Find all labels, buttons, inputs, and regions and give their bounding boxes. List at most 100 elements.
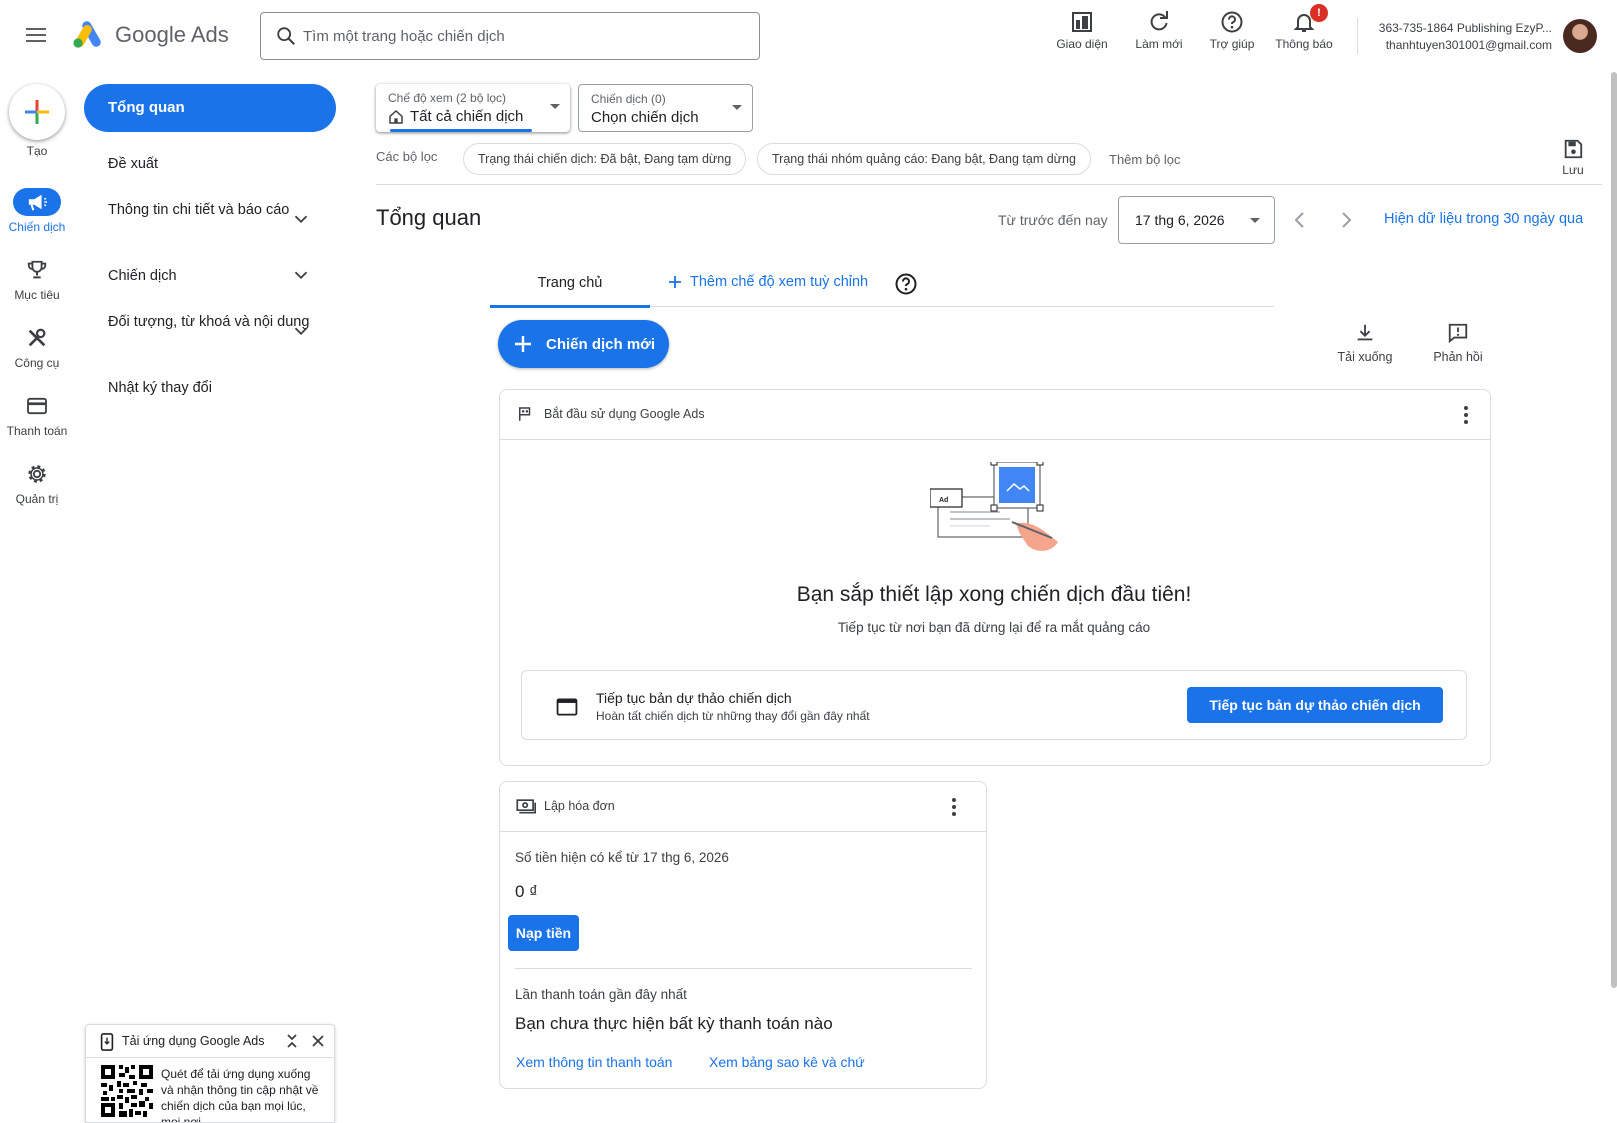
rail-item-goals[interactable]: Mục tiêu: [0, 256, 74, 316]
last-payment-label: Lần thanh toán gần đây nhất: [515, 987, 687, 1002]
rail-icon-wrap: [13, 324, 61, 352]
download-icon: [1357, 324, 1373, 341]
app-panel-description: Quét để tải ứng dụng xuống và nhận thông…: [161, 1067, 319, 1123]
phone-icon: [100, 1033, 114, 1051]
rail-item-campaigns[interactable]: Chiến dịch: [0, 188, 74, 248]
tab-add-label: Thêm chế độ xem tuỳ chỉnh: [690, 274, 869, 290]
billing-title: Lập hóa đơn: [544, 799, 615, 813]
rail-icon-wrap: [13, 256, 61, 284]
download-button[interactable]: Tải xuống: [1332, 322, 1398, 364]
rail-item-admin[interactable]: Quản trị: [0, 460, 74, 520]
rail-item-tools[interactable]: Công cụ: [0, 324, 74, 384]
nav-item-recommendations[interactable]: Đề xuất: [108, 154, 320, 175]
filters-divider: [376, 184, 1602, 185]
nav-item-campaigns[interactable]: Chiến dịch: [108, 266, 320, 287]
chevron-down-icon[interactable]: [290, 320, 312, 342]
refresh-label: Làm mới: [1135, 37, 1183, 51]
save-label: Lưu: [1562, 163, 1584, 177]
notifications-label: Thông báo: [1275, 37, 1333, 51]
tab-home-label: Trang chủ: [537, 275, 603, 291]
add-filter-button[interactable]: Thêm bộ lọc: [1109, 152, 1181, 167]
new-campaign-label: Chiến dịch mới: [546, 335, 656, 353]
brand-name: Google Ads: [115, 22, 229, 47]
qr-code: [101, 1065, 153, 1117]
billing-icon: [516, 799, 536, 814]
tab-home[interactable]: Trang chủ: [490, 266, 650, 308]
tab-add-custom-view[interactable]: Thêm chế độ xem tuỳ chỉnh: [668, 274, 868, 290]
filter-chip-adgroup-status[interactable]: Trạng thái nhóm quảng cáo: Đang bật, Đan…: [757, 143, 1091, 175]
feedback-button[interactable]: Phản hồi: [1426, 322, 1490, 364]
page-scrollbar[interactable]: [1611, 72, 1617, 988]
avatar[interactable]: [1563, 19, 1597, 53]
view-value: Tất cả chiến dịch: [410, 108, 524, 125]
browser-window-icon: [556, 698, 578, 716]
more-options-icon[interactable]: [942, 795, 966, 819]
gear-icon: [28, 465, 46, 483]
last-30-days-link[interactable]: Hiện dữ liệu trong 30 ngày qua: [1384, 211, 1583, 227]
view-dropdown[interactable]: Chế độ xem (2 bộ lọc) Tất cả chiến dịch: [376, 84, 570, 132]
rail-icon-wrap: [13, 460, 61, 488]
nav-item-overview[interactable]: Tổng quan: [84, 84, 336, 132]
account-email: thanhtuyen301001@gmail.com: [1385, 38, 1552, 52]
feedback-label: Phản hồi: [1433, 350, 1483, 364]
app-panel-title: Tải ứng dụng Google Ads: [122, 1034, 265, 1048]
filter-chip-campaign-status[interactable]: Trạng thái chiến dịch: Đã bật, Đang tạm …: [463, 143, 747, 175]
continue-draft-button[interactable]: Tiếp tục bản dự thảo chiến dịch: [1187, 687, 1443, 723]
create-button[interactable]: [9, 84, 65, 140]
new-campaign-button[interactable]: Chiến dịch mới: [498, 320, 669, 368]
rail-icon-pill: [13, 188, 61, 216]
campaign-value: Chọn chiến dịch: [591, 109, 699, 126]
nav-item-audiences-keywords[interactable]: Đối tượng, từ khoá và nội dung: [108, 312, 320, 333]
getting-started-title: Bắt đầu sử dụng Google Ads: [544, 407, 705, 421]
credit-card-icon: [27, 397, 47, 415]
appearance-button[interactable]: Giao diện: [1050, 10, 1114, 60]
save-button[interactable]: Lưu: [1553, 138, 1593, 177]
nav-item-change-history[interactable]: Nhật ký thay đổi: [108, 378, 320, 399]
trophy-icon: [27, 260, 47, 279]
dropdown-arrow-icon: [732, 105, 742, 110]
account-info[interactable]: 363-735-1864 Publishing EzyP... thanhtuy…: [1370, 20, 1552, 54]
view-payment-info-link[interactable]: Xem thông tin thanh toán: [516, 1054, 672, 1070]
header-divider: [1357, 18, 1358, 54]
chevron-down-icon[interactable]: [290, 208, 312, 230]
date-range-dropdown[interactable]: 17 thg 6, 2026: [1118, 196, 1275, 244]
dropdown-arrow-icon: [1250, 218, 1260, 223]
megaphone-icon: [28, 194, 47, 211]
setup-title: Bạn sắp thiết lập xong chiến dịch đầu ti…: [796, 583, 1192, 606]
help-label: Trợ giúp: [1209, 37, 1255, 51]
collapse-icon[interactable]: [282, 1031, 302, 1051]
notifications-button[interactable]: ! Thông báo: [1272, 4, 1336, 60]
search-box[interactable]: [260, 12, 760, 60]
draft-campaign-row: Tiếp tục bản dự thảo chiến dịch Hoàn tất…: [521, 670, 1467, 740]
tools-icon: [28, 328, 46, 347]
feedback-icon: [1448, 323, 1468, 344]
refresh-button[interactable]: Làm mới: [1126, 10, 1192, 60]
rail-item-billing[interactable]: Thanh toán: [0, 392, 74, 452]
chevron-left-icon[interactable]: [1288, 208, 1312, 232]
bell-icon: !: [1292, 4, 1328, 34]
view-value-row: Tất cả chiến dịch: [388, 108, 523, 125]
help-icon[interactable]: [894, 272, 918, 296]
no-payment-text: Bạn chưa thực hiện bất kỳ thanh toán nào: [515, 1014, 833, 1033]
nav-item-insights-reports[interactable]: Thông tin chi tiết và báo cáo: [108, 200, 320, 221]
app-download-panel: Tải ứng dụng Google Ads Quét để tải ứng …: [85, 1024, 335, 1123]
date-range-label: Từ trước đến nay: [998, 212, 1108, 228]
save-icon: [1564, 139, 1583, 159]
help-button[interactable]: Trợ giúp: [1200, 10, 1264, 60]
search-input[interactable]: [303, 21, 743, 51]
billing-card: Lập hóa đơn Số tiền hiện có kể từ 17 thg…: [499, 781, 987, 1089]
top-up-button[interactable]: Nạp tiền: [508, 915, 579, 951]
view-statements-link[interactable]: Xem bảng sao kê và chứ: [709, 1054, 866, 1070]
refresh-icon: [1150, 11, 1168, 31]
main-menu-icon[interactable]: [22, 24, 50, 46]
chevron-right-icon[interactable]: [1334, 208, 1358, 232]
more-options-icon[interactable]: [1454, 403, 1478, 427]
plus-icon: [25, 100, 49, 124]
available-funds-amount: 0 ₫: [515, 882, 538, 901]
campaign-dropdown[interactable]: Chiến dịch (0) Chọn chiến dịch: [578, 84, 753, 132]
plus-icon: [515, 336, 531, 352]
download-label: Tải xuống: [1337, 350, 1393, 364]
close-icon[interactable]: [308, 1031, 328, 1051]
home-icon: [389, 109, 403, 124]
chevron-down-icon[interactable]: [290, 264, 312, 286]
